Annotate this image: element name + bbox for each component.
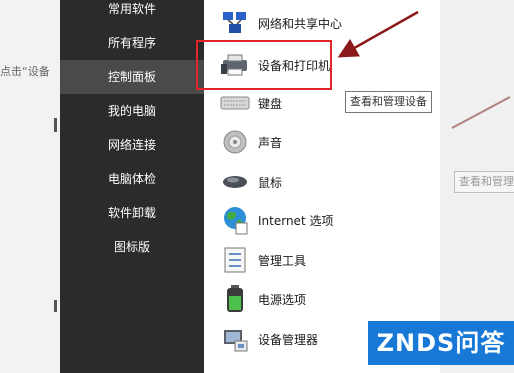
watermark-logo: ZNDS问答 xyxy=(368,321,514,365)
tooltip: 查看和管理设备 xyxy=(345,91,432,113)
annotation-arrows xyxy=(337,10,511,129)
arrow-pointer xyxy=(337,10,419,58)
background-arrow xyxy=(451,96,511,129)
